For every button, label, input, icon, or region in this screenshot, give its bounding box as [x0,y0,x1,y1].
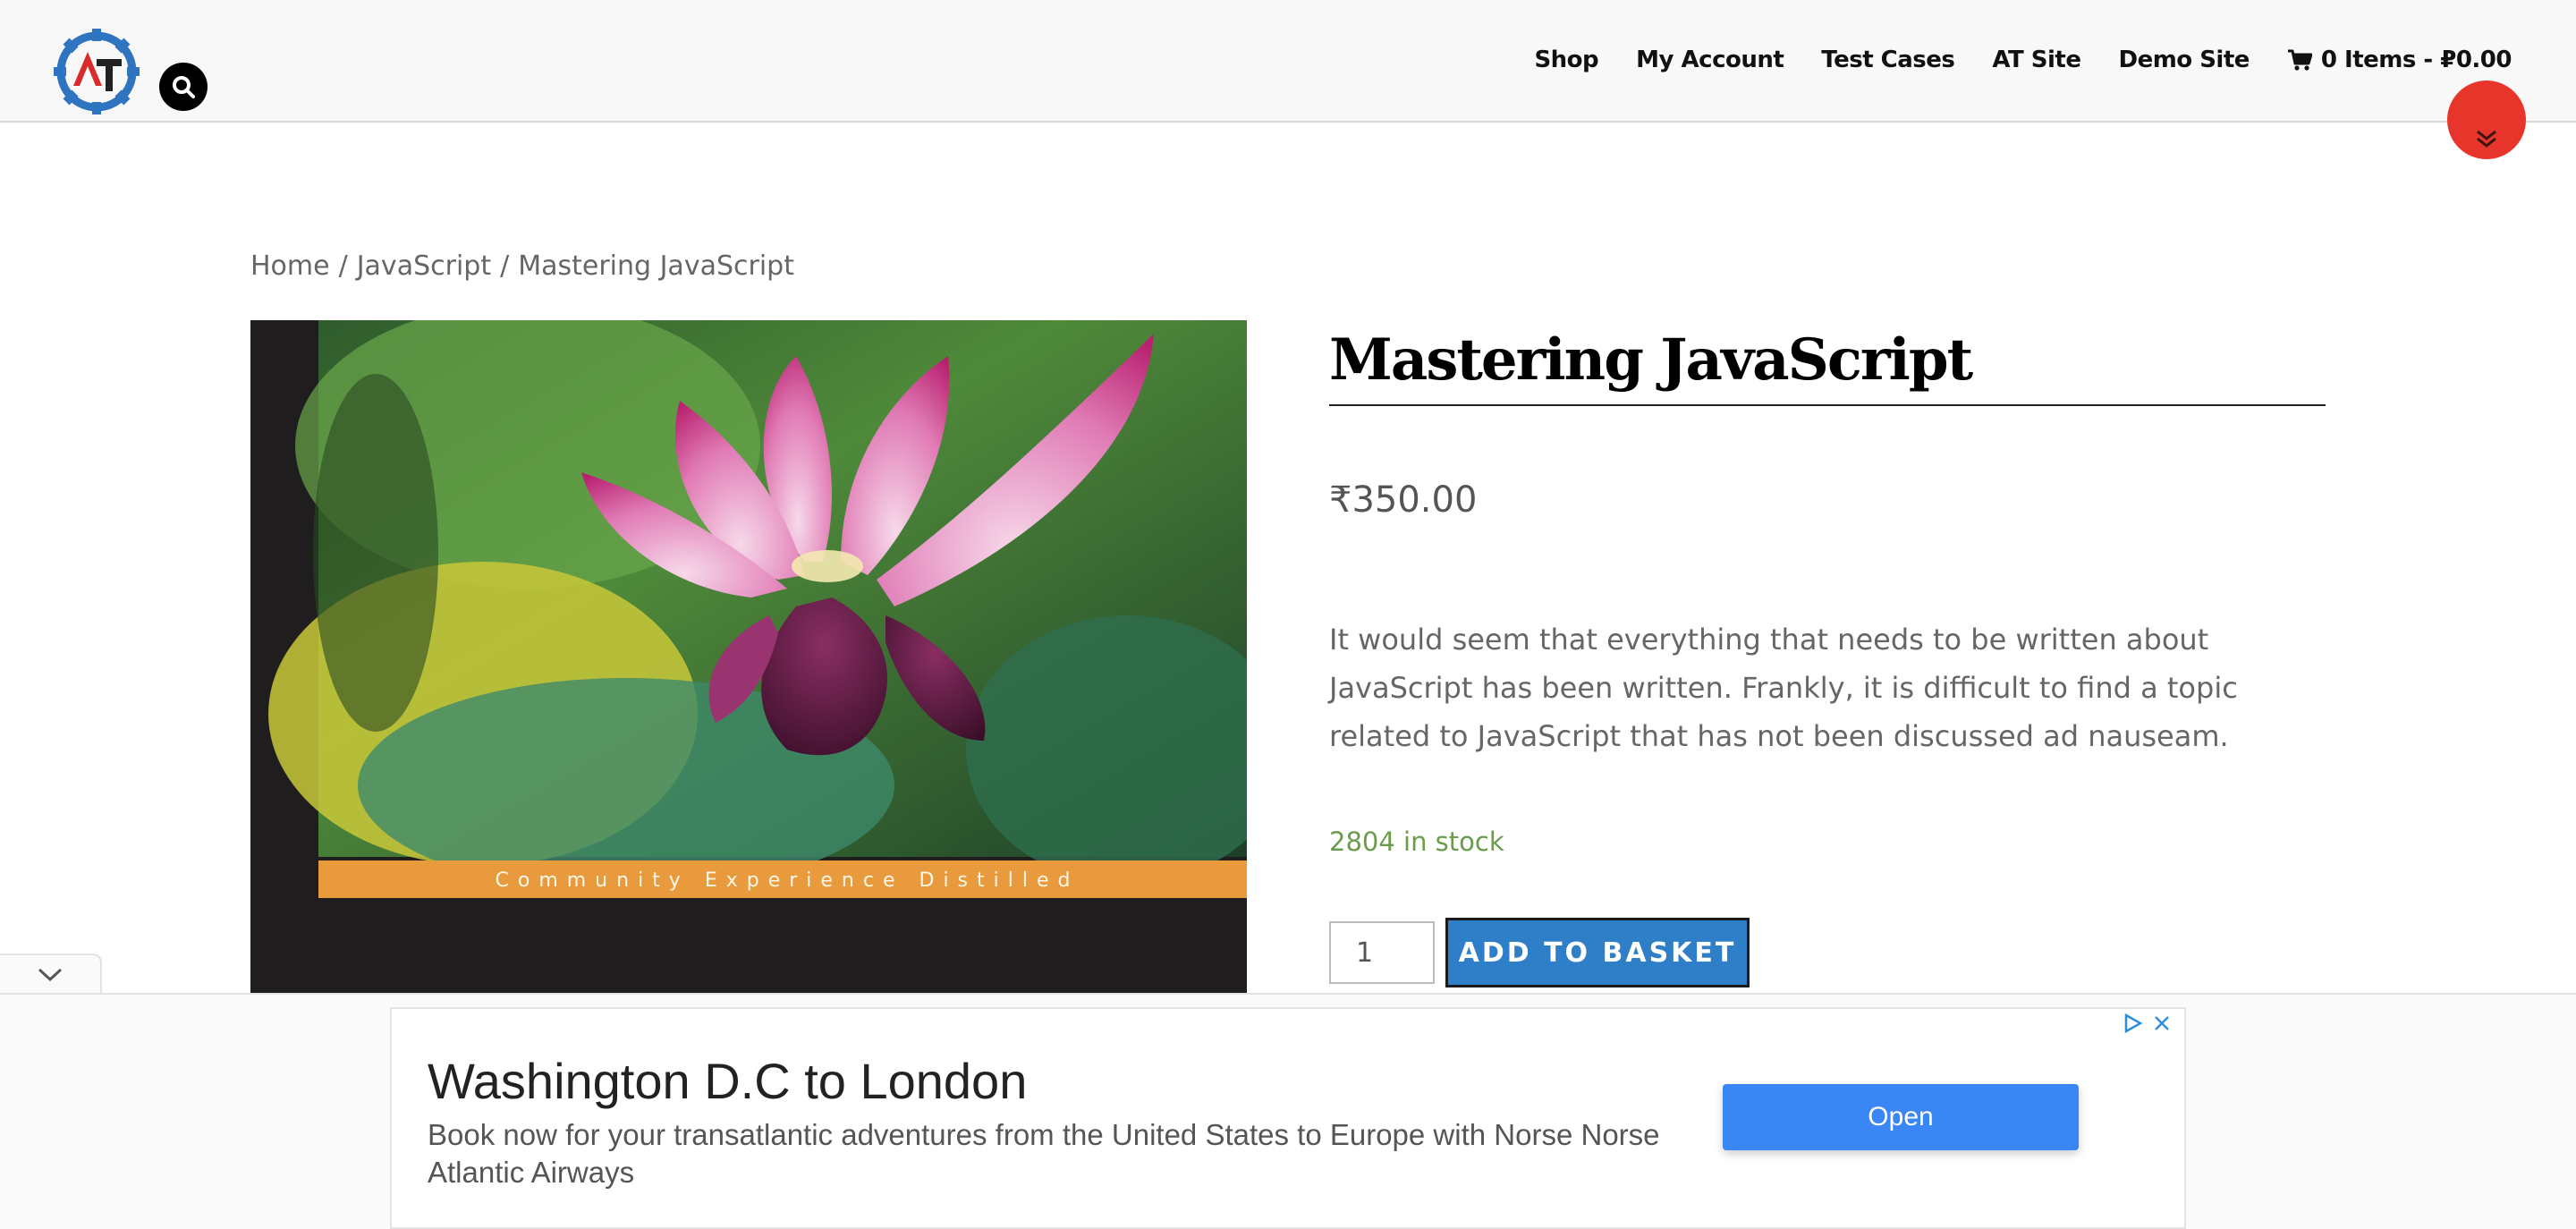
image-banner-text: Community Experience Distilled [496,869,1080,892]
adchoices-icon[interactable] [2122,1013,2143,1038]
ad-controls [2122,1013,2172,1038]
search-icon [173,76,195,98]
chevron-down-icon [38,968,63,982]
ad-card[interactable]: Washington D.C to London Book now for yo… [390,1007,2186,1229]
breadcrumb: Home / JavaScript / Mastering JavaScript [250,250,794,282]
product-description: It would seem that everything that needs… [1329,623,2238,753]
nav-at-site[interactable]: AT Site [1992,47,2081,73]
double-chevron-down-icon [2477,130,2496,148]
site-header: Shop My Account Test Cases AT Site Demo … [0,0,2576,123]
site-logo[interactable] [52,27,141,116]
quantity-input[interactable] [1329,921,1435,984]
stock-status: 2804 in stock [1329,826,1504,857]
breadcrumb-current: Mastering JavaScript [518,250,794,282]
cart-summary: 0 Items - ₽0.00 [2320,47,2512,73]
nav-test-cases[interactable]: Test Cases [1821,47,1955,73]
close-icon[interactable] [2152,1013,2172,1037]
add-to-basket-button[interactable]: ADD TO BASKET [1445,918,1750,987]
nav-demo-site[interactable]: Demo Site [2118,47,2250,73]
nav-shop[interactable]: Shop [1534,47,1598,73]
gear-logo-icon [54,29,140,114]
ad-text: Book now for your transatlantic adventur… [428,1118,1660,1189]
nav-my-account[interactable]: My Account [1636,47,1784,73]
cart-link[interactable]: 0 Items - ₽0.00 [2287,47,2512,73]
product-summary: Mastering JavaScript ₹350.00 It would se… [1329,320,2326,987]
cart-icon [2287,49,2312,71]
ad-collapse-button[interactable] [0,954,102,995]
add-to-cart-form: ADD TO BASKET [1329,918,1750,987]
ad-title[interactable]: Washington D.C to London [428,1052,1027,1110]
search-button[interactable] [159,63,208,111]
breadcrumb-separator: / [338,250,348,282]
product-title: Mastering JavaScript [1329,320,2326,407]
main-nav: Shop My Account Test Cases AT Site Demo … [1534,47,2512,73]
product-image[interactable]: Community Experience Distilled [250,320,1247,997]
product-price: ₹350.00 [1329,479,1478,521]
breadcrumb-home[interactable]: Home [250,250,330,282]
scroll-down-button[interactable] [2447,81,2526,159]
ad-open-button[interactable]: Open [1723,1084,2079,1150]
breadcrumb-separator: / [500,250,510,282]
breadcrumb-category[interactable]: JavaScript [357,250,491,282]
